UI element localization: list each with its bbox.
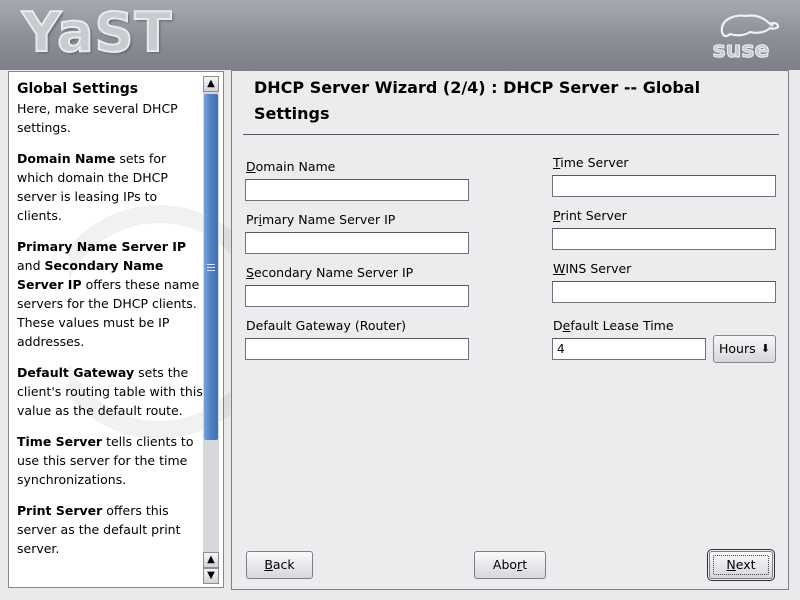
suse-logo-icon: suse (712, 14, 780, 62)
help-intro: Here, make several DHCP settings. (17, 101, 178, 135)
scroll-step-up-arrow-icon[interactable]: ▲ (203, 552, 219, 568)
help-text: Global Settings Here, make several DHCP … (17, 80, 203, 582)
lease-time-unit-value: Hours (719, 341, 756, 356)
page-title: DHCP Server Wizard (2/4) : DHCP Server -… (254, 78, 701, 123)
secondary-name-server-label: Secondary Name Server IP (246, 265, 414, 280)
dropdown-arrow-icon: ⬇ (760, 342, 770, 355)
main-panel: DHCP Server Wizard (2/4) : DHCP Server -… (231, 70, 789, 590)
primary-name-server-label: Primary Name Server IP (246, 212, 396, 227)
domain-name-label: Domain Name (246, 159, 336, 174)
domain-name-input[interactable] (245, 179, 469, 201)
time-server-label: Time Server (553, 155, 629, 170)
yast-logo: YaST (21, 1, 173, 65)
back-button[interactable]: Back (246, 551, 313, 579)
default-gateway-label: Default Gateway (Router) (246, 318, 407, 333)
next-button[interactable]: Next (707, 549, 775, 581)
help-paragraph-nameservers: Primary Name Server IP and Secondary Nam… (17, 239, 200, 349)
help-panel[interactable]: Global Settings Here, make several DHCP … (8, 71, 249, 588)
print-server-label: Print Server (553, 208, 627, 223)
help-paragraph-gateway: Default Gateway sets the client's routin… (17, 365, 203, 418)
help-paragraph-time: Time Server tells clients to use this se… (17, 434, 194, 487)
scroll-up-arrow-icon[interactable]: ▲ (203, 76, 219, 92)
secondary-name-server-input[interactable] (245, 285, 469, 307)
scroll-down-arrow-icon[interactable]: ▼ (203, 568, 219, 584)
abort-button[interactable]: Abort (474, 551, 546, 579)
svg-text:suse: suse (713, 38, 770, 62)
header-banner: YaST suse (0, 0, 800, 70)
default-lease-time-label: Default Lease Time (553, 318, 674, 333)
default-lease-time-input[interactable]: 4 (552, 338, 706, 360)
primary-name-server-input[interactable] (245, 232, 469, 254)
time-server-input[interactable] (552, 175, 776, 197)
help-paragraph-print: Print Server offers this server as the d… (17, 503, 181, 556)
help-paragraph-domain: Domain Name sets for which domain the DH… (17, 151, 168, 223)
lease-time-unit-select[interactable]: Hours ⬇ (713, 335, 776, 363)
help-scrollbar[interactable]: ▲ ▲ ▼ (203, 76, 219, 584)
title-divider (243, 134, 779, 135)
scroll-thumb[interactable] (204, 94, 218, 440)
help-title: Global Settings (17, 81, 139, 97)
default-gateway-input[interactable] (245, 338, 469, 360)
wins-server-label: WINS Server (553, 261, 632, 276)
wins-server-input[interactable] (552, 281, 776, 303)
print-server-input[interactable] (552, 228, 776, 250)
